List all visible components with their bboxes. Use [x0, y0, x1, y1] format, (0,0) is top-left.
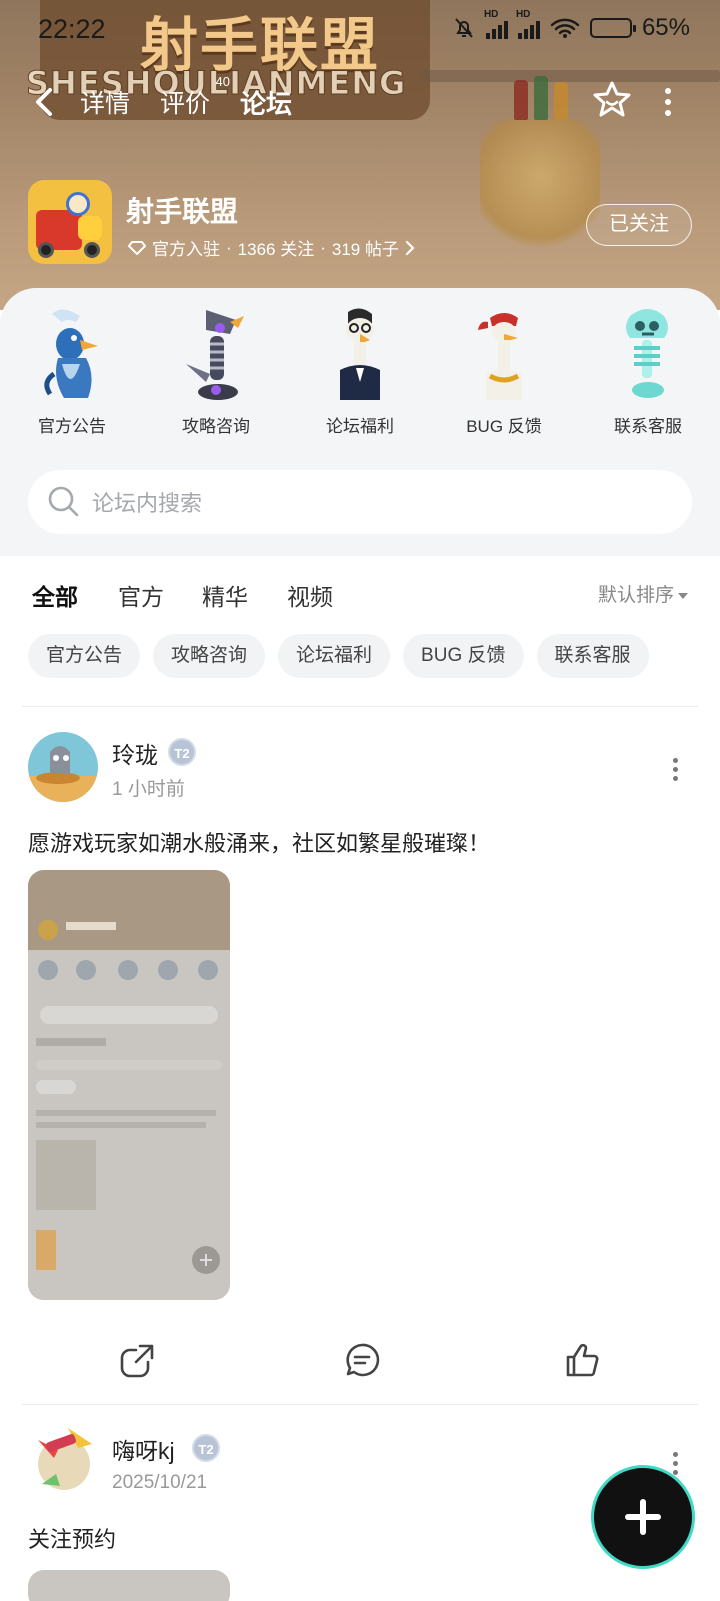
blue-penguin-icon [44, 309, 98, 398]
post-time: 1 小时前 [112, 779, 185, 800]
chip-strategy[interactable]: 攻略咨询 [153, 634, 266, 678]
top-nav: 详情 评价 40 论坛 [0, 74, 720, 128]
cell-signal-icon: HD [484, 9, 508, 39]
status-time: 22:22 [38, 14, 106, 44]
comment-button[interactable] [342, 1340, 382, 1380]
game-meta[interactable]: 官方入驻 · 1366 关注 · 319 帖子 [128, 235, 415, 260]
battery-percent: 65% [641, 14, 690, 41]
share-button[interactable] [118, 1340, 158, 1380]
avatar[interactable] [28, 732, 98, 802]
filter-tab-video[interactable]: 视频 [287, 578, 333, 612]
post-image-thumbnail[interactable] [28, 870, 230, 1300]
post-author[interactable]: 嗨呀kj [112, 1432, 175, 1466]
share-icon [120, 1344, 154, 1378]
level-badge: T2 [192, 1434, 220, 1462]
category-customer-service[interactable]: 联系客服 [576, 304, 720, 437]
category-official-announcement[interactable]: 官方公告 [0, 304, 144, 437]
tab-details-label: 详情 [80, 90, 131, 118]
like-button[interactable] [562, 1340, 602, 1380]
category-chips: 官方公告 攻略咨询 论坛福利 BUG 反馈 联系客服 [28, 634, 649, 678]
screenshot-thumbnail-image [28, 870, 230, 1300]
post-text[interactable]: 关注预约 [28, 1522, 116, 1554]
tab-details[interactable]: 详情 [80, 84, 130, 120]
filter-tabs: 全部 官方 精华 视频 默认排序 [0, 570, 720, 620]
followers-count: 1366 关注 [237, 240, 315, 259]
filter-tab-all[interactable]: 全部 [32, 578, 78, 614]
create-post-button[interactable] [598, 1472, 688, 1562]
search-icon [48, 486, 79, 517]
game-app-icon[interactable] [28, 180, 112, 264]
suit-goose-icon [340, 308, 380, 400]
caret-down-icon [678, 592, 689, 599]
robot-bird-icon [186, 310, 244, 400]
sort-dropdown[interactable]: 默认排序 [598, 580, 689, 607]
category-welfare[interactable]: 论坛福利 [288, 304, 432, 437]
back-button[interactable] [30, 82, 66, 122]
post-image-thumbnail[interactable] [28, 1570, 230, 1601]
chevron-left-icon [36, 88, 52, 116]
thumbs-up-icon [566, 1343, 599, 1377]
posts-count: 319 帖子 [331, 240, 399, 259]
battery-icon [589, 18, 636, 38]
forum-search-bar[interactable]: 论坛内搜索 [28, 470, 692, 534]
avatar-image [24, 1420, 94, 1490]
cell-signal-icon: HD [516, 9, 540, 39]
game-banner: 射手联盟 SHESHOULIANMENG 22:22 HD HD 65% 详情 … [0, 0, 720, 310]
chip-welfare[interactable]: 论坛福利 [278, 634, 391, 678]
tab-reviews[interactable]: 评价 40 [160, 74, 230, 120]
divider [22, 706, 698, 707]
tab-forum-label: 论坛 [240, 89, 293, 119]
chevron-right-icon [405, 240, 415, 255]
post-time: 2025/10/21 [112, 1472, 208, 1493]
official-label: 官方入驻 [152, 240, 220, 259]
chip-official-announcement[interactable]: 官方公告 [28, 634, 141, 678]
status-bar: 22:22 HD HD 65% [0, 0, 720, 60]
avatar-image [28, 732, 98, 802]
post-more-button[interactable] [670, 1452, 680, 1476]
post-author[interactable]: 玲珑 [112, 736, 158, 770]
comment-icon [346, 1343, 380, 1377]
ghost-skeleton-icon [626, 309, 668, 398]
bandana-goose-icon [478, 313, 522, 400]
favorite-button[interactable] [590, 78, 634, 122]
forum-panel: 官方公告 攻略咨询 论坛福利 BUG 反馈 联系客服 论坛内搜索 [0, 288, 720, 556]
follow-button[interactable]: 已关注 [586, 204, 692, 246]
category-strategy[interactable]: 攻略咨询 [144, 304, 288, 437]
avatar[interactable] [24, 1420, 94, 1490]
chip-customer-service[interactable]: 联系客服 [536, 634, 649, 678]
tab-forum[interactable]: 论坛 [236, 84, 297, 125]
mute-bell-icon [455, 18, 473, 38]
status-icons: HD HD 65% [452, 9, 690, 42]
divider [22, 1404, 698, 1405]
post-actions [0, 1336, 720, 1384]
wifi-icon [550, 18, 580, 38]
category-row: 官方公告 攻略咨询 论坛福利 BUG 反馈 联系客服 [0, 304, 720, 437]
level-badge: T2 [168, 738, 196, 766]
game-title: 射手联盟 [126, 196, 239, 227]
search-placeholder: 论坛内搜索 [92, 491, 203, 516]
chip-bug-report[interactable]: BUG 反馈 [403, 634, 524, 678]
tab-reviews-label: 评价 [160, 90, 211, 118]
post-text[interactable]: 愿游戏玩家如潮水般涌来，社区如繁星般璀璨！ [28, 826, 490, 858]
category-bug-report[interactable]: BUG 反馈 [432, 304, 576, 437]
post-more-button[interactable] [670, 758, 680, 782]
diamond-icon [128, 240, 146, 255]
banner-bird-character [480, 120, 600, 260]
more-options-button[interactable] [656, 84, 680, 120]
filter-tab-featured[interactable]: 精华 [202, 578, 248, 612]
reviews-count-badge: 40 [215, 74, 231, 89]
filter-tab-official[interactable]: 官方 [118, 578, 164, 612]
star-icon [593, 81, 631, 117]
